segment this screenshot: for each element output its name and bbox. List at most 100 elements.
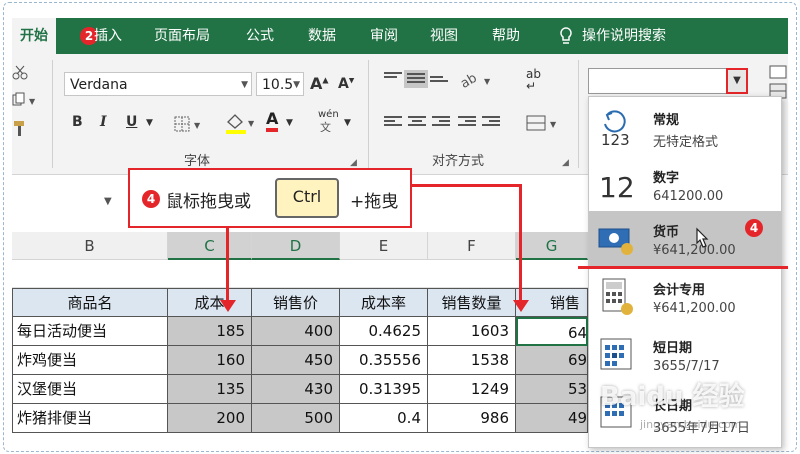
table-cell[interactable]: 1603 xyxy=(428,317,516,346)
column-header-e[interactable]: E xyxy=(340,232,428,260)
number-format-dropdown-button[interactable]: ▼ xyxy=(726,68,748,94)
font-name-select[interactable]: Verdana ▼ xyxy=(64,72,252,96)
table-cell[interactable]: 986 xyxy=(428,404,516,433)
step-badge-4: 4 xyxy=(745,219,763,237)
table-cell[interactable]: 400 xyxy=(252,317,340,346)
table-header-cost[interactable]: 成本 xyxy=(168,288,252,317)
table-cell[interactable]: 500 xyxy=(252,404,340,433)
calendar-icon xyxy=(600,338,632,370)
table-cell[interactable]: 1538 xyxy=(428,346,516,375)
table-header-quantity[interactable]: 销售数量 xyxy=(428,288,516,317)
ribbon-tab-bar: 开始 2 插入 页面布局 公式 数据 审阅 视图 帮助 操作说明搜索 xyxy=(12,18,788,54)
tab-view[interactable]: 视图 xyxy=(430,18,458,54)
svg-text:▼: ▼ xyxy=(29,97,36,106)
table-cell[interactable]: 0.4625 xyxy=(340,317,428,346)
table-cell[interactable]: 160 xyxy=(168,346,252,375)
phonetic-guide-button[interactable]: wén xyxy=(318,110,339,120)
table-cell[interactable]: 430 xyxy=(252,375,340,404)
bottom-align-icon[interactable] xyxy=(430,76,448,88)
number-12-icon: 12 xyxy=(599,171,635,204)
copy-icon[interactable]: ▼ xyxy=(12,92,38,108)
table-cell[interactable]: 135 xyxy=(168,375,252,404)
orientation-icon[interactable]: ab ▼ xyxy=(460,70,494,90)
table-cell[interactable]: 炸猪排便当 xyxy=(12,404,168,433)
format-painter-icon[interactable] xyxy=(12,120,28,138)
table-cell[interactable]: 200 xyxy=(168,404,252,433)
table-header-name[interactable]: 商品名 xyxy=(12,288,168,317)
shrink-font-button[interactable]: A▼ xyxy=(338,76,354,92)
table-header-cost-rate[interactable]: 成本率 xyxy=(340,288,428,317)
column-header-d[interactable]: D xyxy=(252,232,340,260)
separator xyxy=(368,60,369,168)
underline-button[interactable]: U xyxy=(126,114,137,130)
table-cell[interactable]: 0.4 xyxy=(340,404,428,433)
chevron-down-icon: ▼ xyxy=(733,75,741,86)
font-color-button[interactable]: A xyxy=(266,110,279,132)
tab-help[interactable]: 帮助 xyxy=(492,18,520,54)
tab-home[interactable]: 开始 xyxy=(12,18,56,54)
svg-text:文: 文 xyxy=(320,120,331,132)
grow-font-button[interactable]: A▲ xyxy=(310,74,329,93)
format-name: 短日期 xyxy=(653,341,693,356)
borders-icon[interactable]: ▼ xyxy=(174,116,204,132)
tab-page-layout[interactable]: 页面布局 xyxy=(154,18,210,54)
table-cell[interactable]: 1249 xyxy=(428,375,516,404)
format-option-general[interactable]: 123 常规 无特定格式 xyxy=(589,99,781,157)
svg-text:▼: ▼ xyxy=(248,119,255,128)
format-option-accounting[interactable]: 会计专用 ¥641,200.00 xyxy=(589,269,781,327)
left-align-icon[interactable] xyxy=(384,116,402,128)
lightbulb-icon xyxy=(560,27,572,44)
italic-button[interactable]: I xyxy=(100,114,107,130)
table-cell[interactable]: 185 xyxy=(168,317,252,346)
merge-center-icon[interactable]: ▼ xyxy=(526,114,560,132)
center-align-icon[interactable] xyxy=(408,116,426,128)
increase-indent-icon[interactable] xyxy=(482,116,500,128)
highlight-underline xyxy=(578,266,788,269)
column-header-g[interactable]: G xyxy=(516,232,588,260)
cut-icon[interactable] xyxy=(12,64,28,80)
table-cell[interactable]: 汉堡便当 xyxy=(12,375,168,404)
table-cell[interactable]: 49 xyxy=(516,404,588,433)
active-cell[interactable]: 64 xyxy=(516,317,588,346)
dialog-launcher-icon[interactable]: ◢ xyxy=(562,158,569,168)
middle-align-icon[interactable] xyxy=(404,70,428,88)
alignment-group-label: 对齐方式 xyxy=(432,154,485,169)
format-option-number[interactable]: 12 数字 641200.00 xyxy=(589,157,781,215)
number-format-select[interactable]: ▼ xyxy=(588,68,748,94)
bold-button[interactable]: B xyxy=(72,114,83,130)
dialog-launcher-icon[interactable]: ◢ xyxy=(350,158,357,168)
svg-text:▼: ▼ xyxy=(194,121,201,130)
table-cell[interactable]: 炸鸡便当 xyxy=(12,346,168,375)
table-cell[interactable]: 53 xyxy=(516,375,588,404)
wrap-text-button[interactable]: ab ↵ xyxy=(526,68,541,92)
table-cell[interactable]: 0.35556 xyxy=(340,346,428,375)
separator xyxy=(578,60,579,168)
column-header-f[interactable]: F xyxy=(428,232,516,260)
decrease-indent-icon[interactable] xyxy=(458,116,476,128)
fill-color-icon[interactable]: ▼ xyxy=(224,112,258,134)
table-cell[interactable]: 450 xyxy=(252,346,340,375)
name-box-dropdown-icon[interactable]: ▼ xyxy=(104,196,112,207)
font-size-select[interactable]: 10.5 ▼ xyxy=(256,72,304,96)
callout-text-before: 鼠标拖曳或 xyxy=(166,192,251,212)
tab-home-label: 开始 xyxy=(20,28,48,44)
table-cell[interactable]: 每日活动便当 xyxy=(12,317,168,346)
right-align-icon[interactable] xyxy=(432,116,450,128)
chevron-down-icon: ▼ xyxy=(241,80,248,90)
excel-window: 开始 2 插入 页面布局 公式 数据 审阅 视图 帮助 操作说明搜索 ▼ Ver… xyxy=(0,0,800,454)
top-align-icon[interactable] xyxy=(384,72,402,84)
tab-insert[interactable]: 插入 xyxy=(94,18,122,54)
tell-me-search[interactable]: 操作说明搜索 xyxy=(558,18,666,54)
tab-formulas[interactable]: 公式 xyxy=(246,18,274,54)
column-header-b[interactable]: B xyxy=(12,232,168,260)
tab-review[interactable]: 审阅 xyxy=(370,18,398,54)
watermark-brand: Baidu 经验 xyxy=(600,382,745,412)
calculator-icon xyxy=(602,278,633,315)
table-cell[interactable]: 0.31395 xyxy=(340,375,428,404)
format-option-currency[interactable]: 货币 ¥641,200.00 4 xyxy=(589,211,781,267)
table-cell[interactable]: 69 xyxy=(516,346,588,375)
format-name: 会计专用 xyxy=(653,283,706,298)
column-header-c[interactable]: C xyxy=(168,232,252,260)
tab-data[interactable]: 数据 xyxy=(308,18,336,54)
table-header-price[interactable]: 销售价 xyxy=(252,288,340,317)
